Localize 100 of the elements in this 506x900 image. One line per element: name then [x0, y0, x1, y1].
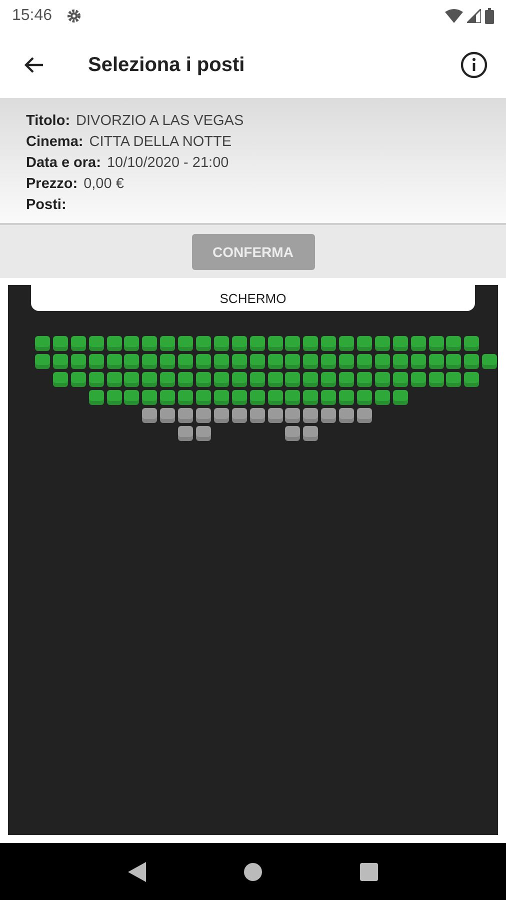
seat-icon[interactable]	[214, 336, 229, 351]
seat-icon[interactable]	[357, 354, 372, 369]
seat-icon[interactable]	[196, 372, 212, 387]
seat-icon[interactable]	[124, 336, 140, 351]
seat-icon[interactable]	[250, 390, 265, 405]
seat-icon[interactable]	[357, 390, 372, 405]
seat-icon[interactable]	[214, 390, 229, 405]
seat-icon[interactable]	[285, 372, 300, 387]
seat-icon[interactable]	[178, 354, 194, 369]
seat-icon[interactable]	[232, 390, 247, 405]
seat-icon[interactable]	[464, 372, 480, 387]
seat-icon[interactable]	[214, 354, 229, 369]
seat-icon[interactable]	[142, 390, 158, 405]
seat-icon[interactable]	[160, 354, 176, 369]
seat-icon[interactable]	[106, 372, 122, 387]
seat-icon[interactable]	[250, 372, 265, 387]
seat-icon[interactable]	[428, 372, 444, 387]
seat-icon[interactable]	[392, 354, 408, 369]
recents-nav-icon[interactable]	[360, 862, 378, 880]
seat-icon[interactable]	[88, 354, 104, 369]
seat-icon[interactable]	[321, 336, 336, 351]
seat-icon[interactable]	[428, 354, 444, 369]
seat-icon[interactable]	[339, 390, 354, 405]
seat-icon[interactable]	[339, 372, 354, 387]
seat-icon[interactable]	[374, 372, 390, 387]
seat-icon[interactable]	[410, 372, 426, 387]
seat-icon[interactable]	[392, 390, 408, 405]
seat-icon[interactable]	[52, 336, 68, 351]
seat-icon[interactable]	[70, 354, 86, 369]
seat-icon[interactable]	[160, 372, 176, 387]
seat-icon[interactable]	[70, 372, 86, 387]
seat-icon[interactable]	[178, 390, 194, 405]
seat-icon[interactable]	[160, 390, 176, 405]
seat-icon[interactable]	[142, 372, 158, 387]
seat-icon[interactable]	[268, 354, 283, 369]
seat-icon[interactable]	[303, 354, 318, 369]
seat-icon[interactable]	[35, 354, 50, 369]
seat-icon[interactable]	[339, 354, 354, 369]
seat-icon[interactable]	[88, 390, 104, 405]
seat-icon[interactable]	[106, 354, 122, 369]
seat-icon[interactable]	[178, 336, 194, 351]
seat-icon[interactable]	[196, 390, 212, 405]
wifi-icon	[445, 9, 463, 23]
home-nav-icon[interactable]	[242, 862, 263, 882]
seat-icon[interactable]	[321, 372, 336, 387]
seat-icon[interactable]	[374, 390, 390, 405]
seat-icon[interactable]	[285, 336, 300, 351]
seat-icon[interactable]	[303, 390, 318, 405]
back-nav-icon[interactable]	[128, 862, 146, 882]
seat-icon[interactable]	[88, 372, 104, 387]
seat-icon[interactable]	[70, 336, 86, 351]
seat-icon[interactable]	[464, 354, 480, 369]
seat-icon[interactable]	[35, 336, 50, 351]
seat-icon[interactable]	[52, 372, 68, 387]
seat-icon[interactable]	[392, 372, 408, 387]
seat-icon[interactable]	[285, 390, 300, 405]
seat-icon[interactable]	[446, 336, 462, 351]
seat-icon[interactable]	[374, 336, 390, 351]
seat-icon[interactable]	[196, 354, 212, 369]
seat-icon[interactable]	[160, 336, 176, 351]
seat-icon[interactable]	[482, 354, 498, 369]
seat-icon[interactable]	[178, 372, 194, 387]
seat-icon[interactable]	[232, 372, 247, 387]
seat-icon[interactable]	[106, 390, 122, 405]
seat-icon[interactable]	[124, 390, 140, 405]
seat-icon[interactable]	[106, 336, 122, 351]
seat-icon[interactable]	[464, 336, 480, 351]
seat-icon[interactable]	[410, 354, 426, 369]
seat-icon[interactable]	[374, 354, 390, 369]
seat-icon[interactable]	[232, 354, 247, 369]
seat-icon[interactable]	[232, 336, 247, 351]
seat-icon[interactable]	[124, 354, 140, 369]
seat-icon[interactable]	[268, 390, 283, 405]
seat-icon[interactable]	[428, 336, 444, 351]
seat-icon[interactable]	[339, 336, 354, 351]
seat-icon[interactable]	[410, 336, 426, 351]
seat-icon[interactable]	[52, 354, 68, 369]
seat-icon[interactable]	[357, 372, 372, 387]
seat-icon[interactable]	[446, 372, 462, 387]
seat-icon[interactable]	[446, 354, 462, 369]
seat-icon[interactable]	[303, 372, 318, 387]
seat-icon[interactable]	[250, 354, 265, 369]
seat-icon[interactable]	[357, 336, 372, 351]
info-label: Titolo:	[26, 112, 70, 131]
seat-icon[interactable]	[303, 336, 318, 351]
seat-icon[interactable]	[196, 336, 212, 351]
info-icon[interactable]	[460, 51, 488, 79]
seat-icon[interactable]	[214, 372, 229, 387]
seat-icon[interactable]	[142, 354, 158, 369]
seat-icon[interactable]	[124, 372, 140, 387]
seat-icon[interactable]	[321, 354, 336, 369]
seat-icon[interactable]	[250, 336, 265, 351]
seat-icon[interactable]	[142, 336, 158, 351]
info-value: 10/10/2020 - 21:00	[106, 154, 229, 173]
seat-icon[interactable]	[321, 390, 336, 405]
seat-icon[interactable]	[285, 354, 300, 369]
seat-icon[interactable]	[392, 336, 408, 351]
seat-icon[interactable]	[88, 336, 104, 351]
seat-icon[interactable]	[268, 372, 283, 387]
seat-icon[interactable]	[268, 336, 283, 351]
